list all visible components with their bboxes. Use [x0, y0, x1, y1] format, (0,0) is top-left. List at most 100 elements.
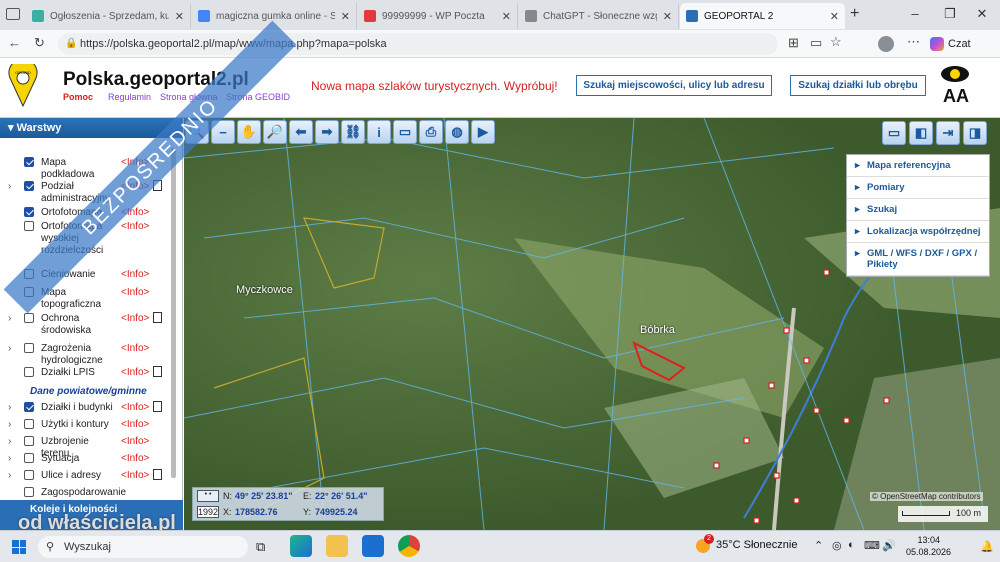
layers-panel-header[interactable]: ▾ Warstwy [0, 118, 183, 138]
layer-info-link[interactable]: <Info> [121, 269, 149, 280]
more-icon[interactable]: ⋯ [907, 34, 920, 50]
avatar[interactable] [878, 36, 894, 52]
notifications-icon[interactable]: 🔔 [980, 540, 994, 553]
copilot-button[interactable]: Czat [930, 35, 971, 53]
layer-info-link[interactable]: <Info> [121, 419, 149, 430]
layer-checkbox[interactable] [24, 436, 34, 446]
clock[interactable]: 13:04 05.08.2026 [906, 534, 951, 558]
layer-info-link[interactable]: <Info> [121, 181, 149, 192]
menu-item[interactable]: Lokalizacja współrzędnej [847, 221, 989, 243]
tab-4[interactable]: GEOPORTAL 2 ✕ [680, 3, 845, 29]
task-view-icon[interactable]: ⧉ [256, 539, 265, 555]
layer-info-link[interactable]: <Info> [121, 367, 149, 378]
layer-info-link[interactable]: <Info> [121, 402, 149, 413]
tab-close-icon[interactable]: ✕ [502, 10, 511, 23]
layer-checkbox[interactable] [24, 367, 34, 377]
link-icon[interactable]: ⛓ [341, 120, 365, 144]
edge-icon[interactable] [290, 535, 312, 557]
expand-icon[interactable]: › [8, 419, 11, 430]
url-input[interactable]: 🔒 https://polska.geoportal2.pl/map/www/m… [58, 33, 778, 55]
tray-app-icon[interactable]: ◎ [832, 539, 842, 552]
layer-info-link[interactable]: <Info> [121, 157, 149, 168]
tray-app2-icon[interactable]: ◐ [848, 539, 855, 551]
menu-item[interactable]: Szukaj [847, 199, 989, 221]
expand-icon[interactable]: › [8, 436, 11, 447]
layer-checkbox[interactable] [24, 487, 34, 497]
layer-info-link[interactable]: <Info> [121, 287, 149, 298]
expand-icon[interactable]: › [8, 181, 11, 192]
extensions-icon[interactable]: ⊞ [788, 35, 799, 51]
help-link[interactable]: Pomoc [63, 92, 93, 102]
close-window-icon[interactable]: ✕ [972, 6, 992, 22]
tab-3[interactable]: ChatGPT - Słoneczne wzgórze ✕ [519, 3, 679, 29]
taskbar-search[interactable]: ⚲ Wyszukaj [38, 536, 248, 558]
layer-info-link[interactable]: <Info> [121, 207, 149, 218]
scrollbar[interactable] [171, 148, 176, 478]
outlook-icon[interactable] [362, 535, 384, 557]
geobid-link[interactable]: Strona GEOBID [226, 92, 290, 102]
minimize-icon[interactable]: – [905, 6, 925, 21]
layer-checkbox[interactable] [24, 470, 34, 480]
layout-left-icon[interactable]: ◧ [909, 121, 933, 145]
zoom-in-icon[interactable]: 🔍 [185, 120, 209, 144]
favorite-icon[interactable]: ☆ [830, 34, 842, 50]
layer-checkbox[interactable] [24, 343, 34, 353]
tab-close-icon[interactable]: ✕ [830, 10, 839, 23]
tab-0[interactable]: Ogłoszenia - Sprzedam, kupię ✕ [26, 3, 191, 29]
legend-doc-icon[interactable] [153, 366, 162, 377]
new-tab-button[interactable]: + [850, 5, 859, 23]
video-icon[interactable]: ▶ [471, 120, 495, 144]
search-address-button[interactable]: Szukaj miejscowości, ulicy lub adresu [576, 75, 772, 96]
expand-icon[interactable]: › [8, 343, 11, 354]
prev-view-icon[interactable]: ⬅ [289, 120, 313, 144]
volume-icon[interactable]: 🔊 [882, 539, 896, 552]
layer-info-link[interactable]: <Info> [121, 453, 149, 464]
accessibility-eye-icon[interactable] [941, 66, 969, 82]
chrome-icon[interactable] [398, 535, 420, 557]
terms-link[interactable]: Regulamin [108, 92, 151, 102]
next-view-icon[interactable]: ➡ [315, 120, 339, 144]
font-size-toggle[interactable]: AA [943, 86, 969, 107]
pan-hand-icon[interactable]: ✋ [237, 120, 261, 144]
site-title[interactable]: Polska.geoportal2.pl [63, 69, 249, 91]
promo-link[interactable]: Nowa mapa szlaków turystycznych. Wypróbu… [311, 79, 558, 93]
layer-info-link[interactable]: <Info> [121, 221, 149, 232]
layout-right-icon[interactable]: ◨ [963, 121, 987, 145]
tab-close-icon[interactable]: ✕ [663, 10, 672, 23]
legend-doc-icon[interactable] [153, 469, 162, 480]
reading-icon[interactable]: ▭ [810, 35, 822, 51]
layer-info-link[interactable]: <Info> [121, 313, 149, 324]
layer-checkbox[interactable] [24, 181, 34, 191]
layer-checkbox[interactable] [24, 402, 34, 412]
expand-icon[interactable]: › [8, 470, 11, 481]
menu-item[interactable]: Mapa referencyjna [847, 155, 989, 177]
crosshair-icon[interactable]: • • [197, 490, 219, 502]
export-icon[interactable]: ⇥ [936, 121, 960, 145]
tab-actions-icon[interactable] [6, 8, 20, 20]
zoom-box-icon[interactable]: 🔎 [263, 120, 287, 144]
globe-icon[interactable]: ◍ [445, 120, 469, 144]
maximize-icon[interactable]: ❐ [940, 6, 960, 22]
layout-full-icon[interactable]: ▭ [882, 121, 906, 145]
menu-item[interactable]: Pomiary [847, 177, 989, 199]
refresh-icon[interactable]: ↻ [34, 35, 45, 51]
explorer-icon[interactable] [326, 535, 348, 557]
layer-info-link[interactable]: <Info> [121, 470, 149, 481]
layer-checkbox[interactable] [24, 287, 34, 297]
weather-widget[interactable]: 35°C Słonecznie [716, 539, 797, 551]
layer-checkbox[interactable] [24, 419, 34, 429]
geobid-logo[interactable]: GEOBID [8, 64, 38, 108]
expand-icon[interactable]: › [8, 402, 11, 413]
tab-close-icon[interactable]: ✕ [175, 10, 184, 23]
tab-2[interactable]: 99999999 - WP Poczta ✕ [358, 3, 518, 29]
search-parcel-button[interactable]: Szukaj działki lub obrębu [790, 75, 926, 96]
menu-item[interactable]: GML / WFS / DXF / GPX / Pikiety [847, 243, 989, 276]
tab-close-icon[interactable]: ✕ [341, 10, 350, 23]
tab-1[interactable]: magiczna gumka online - Szuk ✕ [192, 3, 357, 29]
layer-info-link[interactable]: <Info> [121, 343, 149, 354]
legend-doc-icon[interactable] [153, 180, 162, 191]
expand-icon[interactable]: › [8, 313, 11, 324]
layer-checkbox[interactable] [24, 269, 34, 279]
map-attribution[interactable]: © OpenStreetMap contributors [870, 492, 983, 501]
keyboard-icon[interactable]: ⌨ [864, 539, 880, 552]
